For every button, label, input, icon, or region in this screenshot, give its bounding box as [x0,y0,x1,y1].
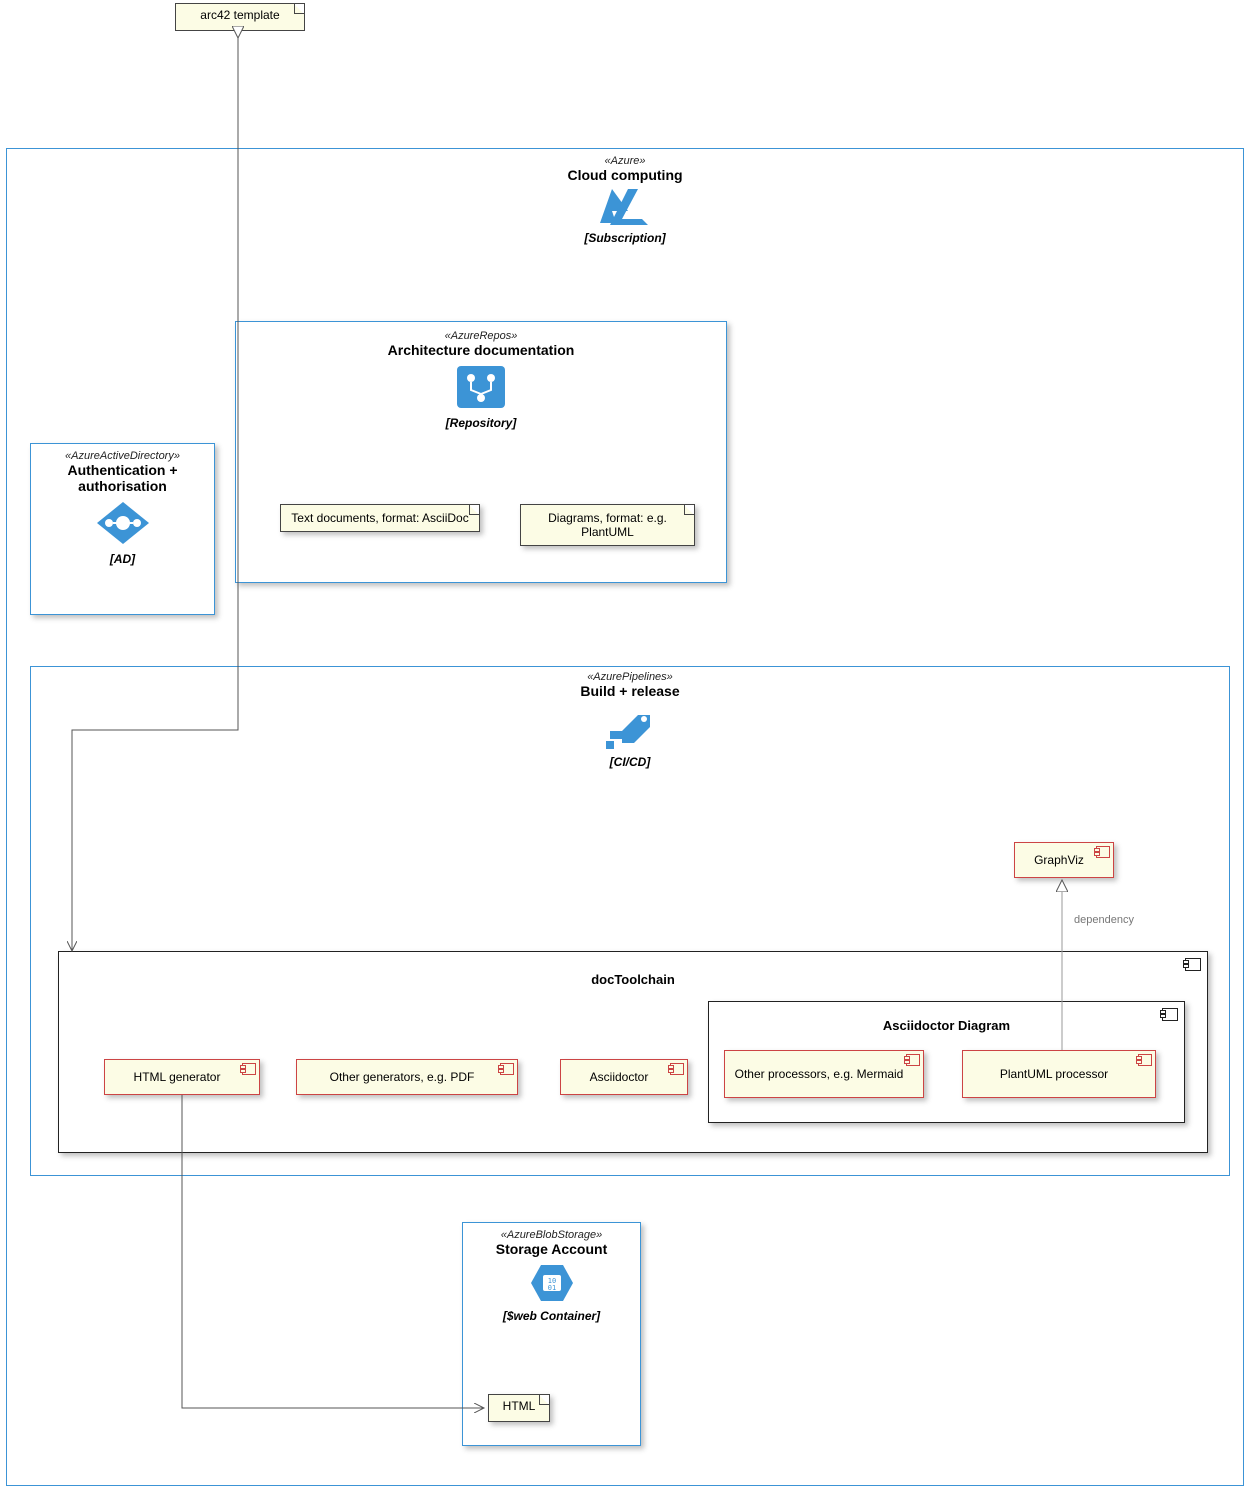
note-text-docs-text: Text documents, format: AsciiDoc [291,511,468,525]
storage-title: Storage Account [463,1241,640,1257]
doctoolchain-title: docToolchain [59,952,1207,987]
ad-stereotype: «AzureActiveDirectory» [31,450,214,462]
ad-icon [93,498,153,548]
ad-title1: Authentication + [31,462,214,478]
component-graphviz: GraphViz [1014,842,1114,878]
pipelines-subtitle: [CI/CD] [31,755,1229,769]
repos-icon [453,362,509,412]
plantuml-label: PlantUML processor [1000,1067,1108,1081]
asciidoctor-label: Asciidoctor [590,1070,649,1084]
package-badge-icon [1162,1008,1178,1021]
component-other-processors: Other processors, e.g. Mermaid [724,1050,924,1098]
component-plantuml: PlantUML processor [962,1050,1156,1098]
note-text-docs: Text documents, format: AsciiDoc [280,504,480,532]
component-other-generators: Other generators, e.g. PDF [296,1059,518,1095]
component-badge-icon [500,1063,514,1075]
other-gen-label: Other generators, e.g. PDF [330,1070,475,1084]
asciidoctor-diagram-title: Asciidoctor Diagram [709,1002,1184,1033]
graphviz-label: GraphViz [1034,853,1084,867]
svg-text:01: 01 [547,1284,555,1292]
repos-subtitle: [Repository] [236,416,726,430]
storage-subtitle: [$web Container] [463,1309,640,1323]
diagram-canvas: arc42 template «Azure» Cloud computing [… [0,0,1257,1491]
component-asciidoctor: Asciidoctor [560,1059,688,1095]
azure-logo-icon [598,187,652,227]
pipelines-icon [602,703,658,751]
package-ad: «AzureActiveDirectory» Authentication + … [30,443,215,615]
pipelines-title: Build + release [31,683,1229,699]
ad-title2: authorisation [31,478,214,494]
component-html-generator: HTML generator [104,1059,260,1095]
azure-subtitle: [Subscription] [7,231,1243,245]
component-badge-icon [242,1063,256,1075]
azure-stereotype: «Azure» [7,155,1243,167]
other-proc-label: Other processors, e.g. Mermaid [735,1067,904,1081]
html-gen-label: HTML generator [134,1070,221,1084]
component-badge-icon [906,1054,920,1066]
repos-stereotype: «AzureRepos» [236,330,726,342]
package-badge-icon [1185,958,1201,971]
note-diagrams: Diagrams, format: e.g. PlantUML [520,504,695,546]
repos-title: Architecture documentation [236,342,726,358]
note-arc42-text: arc42 template [200,8,279,22]
component-badge-icon [1096,846,1110,858]
note-html-text: HTML [503,1399,536,1413]
storage-icon: 10 01 [527,1261,577,1305]
edge-label-dependency: dependency [1074,914,1134,926]
component-badge-icon [1138,1054,1152,1066]
storage-stereotype: «AzureBlobStorage» [463,1229,640,1241]
pipelines-stereotype: «AzurePipelines» [31,671,1229,683]
azure-title: Cloud computing [7,167,1243,183]
note-html: HTML [488,1394,550,1422]
note-arc42: arc42 template [175,3,305,31]
component-badge-icon [670,1063,684,1075]
ad-subtitle: [AD] [31,552,214,566]
note-diagrams-text: Diagrams, format: e.g. PlantUML [548,511,667,539]
